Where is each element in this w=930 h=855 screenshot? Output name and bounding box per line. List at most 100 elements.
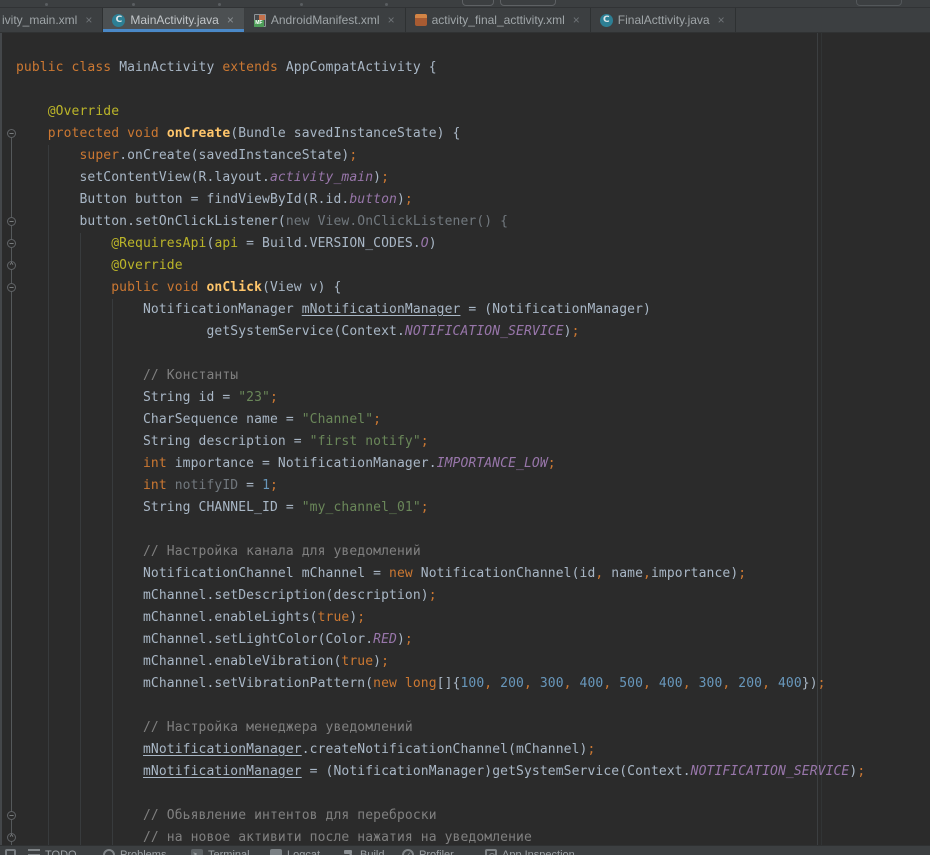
problems-circle-icon: [103, 849, 115, 855]
terminal-icon: >_: [191, 849, 203, 855]
code-line-17: CharSequence name = "Channel";: [16, 409, 865, 431]
fold-minus-icon[interactable]: −: [7, 239, 16, 248]
close-tab-icon[interactable]: ×: [388, 14, 395, 26]
search-button-partial[interactable]: [856, 0, 902, 6]
todo-list-icon: [28, 849, 40, 855]
tab-androidmanifest-xml[interactable]: MF AndroidManifest.xml ×: [245, 8, 406, 32]
code-line-29: mChannel.setVibrationPattern(new long[]{…: [16, 673, 865, 695]
tool-window-switcher-icon[interactable]: [5, 849, 16, 855]
tool-window-stripe-edge: [0, 33, 2, 845]
code-line-6: setContentView(R.layout.activity_main);: [16, 167, 865, 189]
tab-label: activity_final_acttivity.xml: [432, 13, 565, 27]
toolbar-icon-partial: [45, 3, 48, 6]
code-line-3: @Override: [16, 101, 865, 123]
code-line-33: mNotificationManager = (NotificationMana…: [16, 761, 865, 783]
fold-minus-icon[interactable]: −: [7, 217, 16, 226]
tab-mainactivity-java[interactable]: C MainActivity.java ×: [103, 8, 245, 32]
build-hammer-icon: [343, 849, 355, 855]
toolbar-icon-partial: [300, 3, 303, 6]
tool-window-label: TODO: [45, 848, 77, 855]
fold-minus-icon[interactable]: −: [7, 811, 16, 820]
code-line-14: [16, 343, 865, 365]
logcat-icon: [270, 849, 282, 855]
code-line-16: String id = "23";: [16, 387, 865, 409]
code-line-24: NotificationChannel mChannel = new Notif…: [16, 563, 865, 585]
code-line-21: String CHANNEL_ID = "my_channel_01";: [16, 497, 865, 519]
code-line-23: // Настройка канала для уведомлений: [16, 541, 865, 563]
main-toolbar-clipped: [0, 0, 930, 8]
tab-label: AndroidManifest.xml: [271, 13, 380, 27]
code-line-11: public void onClick(View v) {: [16, 277, 865, 299]
fold-end-icon[interactable]: ⌃: [7, 261, 16, 270]
layout-xml-icon: [415, 14, 427, 26]
code-line-18: String description = "first notify";: [16, 431, 865, 453]
code-line-7: Button button = findViewById(R.id.button…: [16, 189, 865, 211]
code-line-12: NotificationManager mNotificationManager…: [16, 299, 865, 321]
code-line-34: [16, 783, 865, 805]
code-line-8: button.setOnClickListener(new View.OnCli…: [16, 211, 865, 233]
fold-minus-icon[interactable]: −: [7, 283, 16, 292]
close-tab-icon[interactable]: ×: [718, 14, 725, 26]
tool-window-button-logcat[interactable]: Logcat: [270, 848, 320, 855]
tool-window-button-profiler[interactable]: Profiler: [402, 848, 454, 855]
code-line-28: mChannel.enableVibration(true);: [16, 651, 865, 673]
app-inspection-icon: [485, 849, 497, 855]
code-line-22: [16, 519, 865, 541]
java-class-icon: C: [112, 14, 125, 27]
code-line-2: [16, 79, 865, 101]
tool-window-label: App Inspection: [502, 848, 575, 855]
tab-activity-final-acttivity-xml[interactable]: activity_final_acttivity.xml ×: [406, 8, 591, 32]
active-tab-underline: [103, 29, 244, 32]
tool-window-button-app-inspection[interactable]: App Inspection: [485, 848, 575, 855]
code-line-15: // Константы: [16, 365, 865, 387]
code-line-9: @RequiresApi(api = Build.VERSION_CODES.O…: [16, 233, 865, 255]
tool-window-bar: TODO Problems >_ Terminal Logcat Build Profile…: [0, 845, 930, 855]
tool-window-label: Build: [360, 848, 384, 855]
toolbar-icon-partial: [385, 3, 388, 6]
tab-label: FinalActtivity.java: [618, 13, 710, 27]
tab-ivity-main-xml[interactable]: ivity_main.xml ×: [0, 8, 103, 32]
fold-minus-icon[interactable]: −: [7, 129, 16, 138]
tool-window-label: Problems: [120, 848, 166, 855]
code-line-1: public class MainActivity extends AppCom…: [16, 57, 865, 79]
toolbar-icon-partial: [132, 3, 135, 6]
code-text[interactable]: public class MainActivity extends AppCom…: [16, 57, 865, 845]
code-line-19: int importance = NotificationManager.IMP…: [16, 453, 865, 475]
code-line-20: int notifyID = 1;: [16, 475, 865, 497]
tab-label: MainActivity.java: [130, 13, 218, 27]
tool-window-button-problems[interactable]: Problems: [103, 848, 166, 855]
android-studio-window: ivity_main.xml × C MainActivity.java × MF Andr…: [0, 0, 930, 855]
code-line-35: // Обьявление интентов для переброски: [16, 805, 865, 827]
code-line-32: mNotificationManager.createNotificationC…: [16, 739, 865, 761]
code-line-26: mChannel.enableLights(true);: [16, 607, 865, 629]
device-button-partial[interactable]: [500, 0, 556, 6]
toolbar-icon-partial: [218, 3, 221, 6]
manifest-icon: MF: [254, 14, 266, 27]
code-line-25: mChannel.setDescription(description);: [16, 585, 865, 607]
code-line-10: @Override: [16, 255, 865, 277]
close-tab-icon[interactable]: ×: [227, 14, 234, 26]
tool-window-label: Profiler: [419, 848, 454, 855]
code-editor[interactable]: − − − ⌃ − − ⌃ public class MainActivity extend…: [0, 33, 930, 845]
tab-finalacttivity-java[interactable]: C FinalActtivity.java ×: [591, 8, 736, 32]
java-class-icon: C: [600, 14, 613, 27]
code-line-31: // Настройка менеджера уведомлений: [16, 717, 865, 739]
tool-window-button-todo[interactable]: TODO: [28, 848, 77, 855]
editor-tab-bar: ivity_main.xml × C MainActivity.java × MF Andr…: [0, 8, 930, 33]
tool-window-label: Terminal: [208, 848, 250, 855]
code-line-5: super.onCreate(savedInstanceState);: [16, 145, 865, 167]
tab-label: ivity_main.xml: [2, 13, 77, 27]
run-button-partial[interactable]: [462, 0, 494, 6]
code-line-13: getSystemService(Context.NOTIFICATION_SE…: [16, 321, 865, 343]
tool-window-label: Logcat: [287, 848, 320, 855]
code-line-36: // на новое активити после нажатия на ув…: [16, 827, 865, 845]
close-tab-icon[interactable]: ×: [573, 14, 580, 26]
fold-end-icon[interactable]: ⌃: [7, 833, 16, 842]
tool-window-button-terminal[interactable]: >_ Terminal: [191, 848, 250, 855]
code-line-4: protected void onCreate(Bundle savedInst…: [16, 123, 865, 145]
close-tab-icon[interactable]: ×: [85, 14, 92, 26]
code-line-30: [16, 695, 865, 717]
code-line-27: mChannel.setLightColor(Color.RED);: [16, 629, 865, 651]
tool-window-button-build[interactable]: Build: [343, 848, 384, 855]
profiler-gauge-icon: [402, 849, 414, 855]
